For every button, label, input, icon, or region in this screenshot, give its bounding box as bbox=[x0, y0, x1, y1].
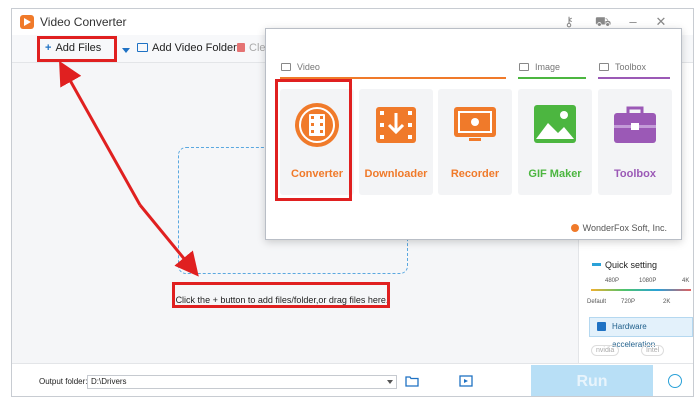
arrow-to-drop-hint bbox=[138, 204, 199, 277]
arrow-to-add-files bbox=[59, 60, 142, 206]
annotation-arrows bbox=[59, 60, 199, 277]
